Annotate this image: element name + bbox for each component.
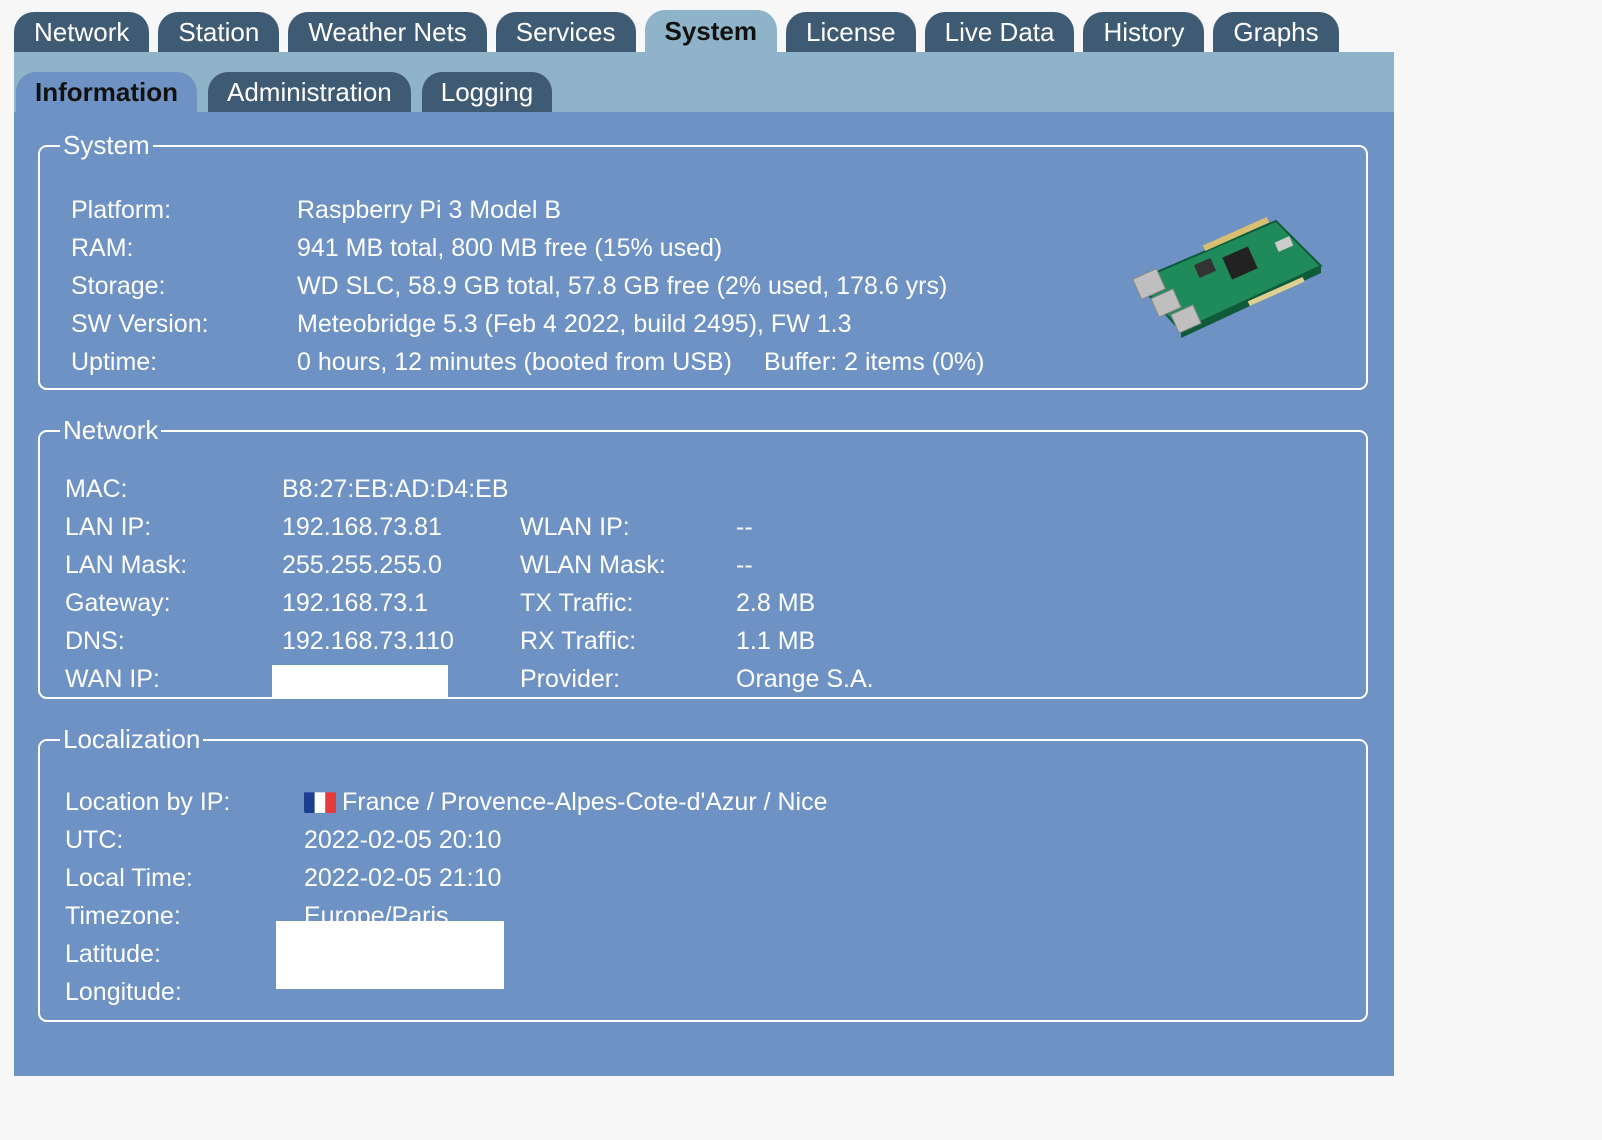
tab-live-data[interactable]: Live Data <box>924 12 1075 52</box>
ram-label: RAM: <box>71 234 134 262</box>
mac-label: MAC: <box>65 475 128 503</box>
sw-version-label: SW Version: <box>71 310 209 338</box>
lan-mask-value: 255.255.255.0 <box>282 551 442 579</box>
rx-traffic-label: RX Traffic: <box>520 627 637 655</box>
tab-weather-nets[interactable]: Weather Nets <box>288 12 487 52</box>
tab-system[interactable]: System <box>644 10 777 52</box>
wlan-ip-label: WLAN IP: <box>520 513 630 541</box>
system-section: System Platform: Raspberry Pi 3 Model B … <box>38 130 1368 390</box>
content-panel: Information Administration Logging Syste… <box>14 52 1394 1076</box>
mac-value: B8:27:EB:AD:D4:EB <box>282 475 509 503</box>
tab-graphs[interactable]: Graphs <box>1213 12 1339 52</box>
wlan-mask-value: -- <box>736 551 753 579</box>
gateway-value: 192.168.73.1 <box>282 589 428 617</box>
lan-mask-label: LAN Mask: <box>65 551 188 579</box>
buffer-value: Buffer: 2 items (0%) <box>764 348 985 376</box>
tab-license[interactable]: License <box>786 12 916 52</box>
uptime-label: Uptime: <box>71 348 158 376</box>
lan-ip-label: LAN IP: <box>65 513 152 541</box>
lan-ip-value: 192.168.73.81 <box>282 513 442 541</box>
platform-value: Raspberry Pi 3 Model B <box>297 196 562 224</box>
location-value: France / Provence-Alpes-Cote-d'Azur / Ni… <box>304 787 828 817</box>
longitude-label: Longitude: <box>65 978 182 1006</box>
storage-label: Storage: <box>71 272 166 300</box>
local-time-value: 2022-02-05 21:10 <box>304 864 502 892</box>
tx-traffic-label: TX Traffic: <box>520 589 634 617</box>
subtab-information[interactable]: Information <box>16 72 197 112</box>
coordinates-redacted <box>276 921 504 989</box>
tab-services[interactable]: Services <box>495 12 636 52</box>
subtab-logging[interactable]: Logging <box>421 72 553 112</box>
tab-station[interactable]: Station <box>158 12 280 52</box>
tx-traffic-value: 2.8 MB <box>736 589 816 617</box>
dns-value: 192.168.73.110 <box>282 627 454 655</box>
timezone-label: Timezone: <box>65 902 181 930</box>
subtab-administration[interactable]: Administration <box>208 72 411 112</box>
wan-ip-label: WAN IP: <box>65 665 160 693</box>
main-tab-bar: Network Station Weather Nets Services Sy… <box>14 10 1348 52</box>
ram-value: 941 MB total, 800 MB free (15% used) <box>297 234 723 262</box>
dns-label: DNS: <box>65 627 125 655</box>
platform-label: Platform: <box>71 196 172 224</box>
wan-ip-redacted <box>272 665 448 697</box>
local-time-label: Local Time: <box>65 864 193 892</box>
system-legend: System <box>63 130 150 160</box>
raspberry-pi-board-icon <box>1131 217 1323 338</box>
france-flag-icon <box>304 791 336 813</box>
uptime-value: 0 hours, 12 minutes (booted from USB) <box>297 348 732 376</box>
tab-history[interactable]: History <box>1083 12 1205 52</box>
provider-value: Orange S.A. <box>736 665 874 693</box>
network-section: Network MAC: B8:27:EB:AD:D4:EB LAN IP: 1… <box>38 415 1368 699</box>
rx-traffic-value: 1.1 MB <box>736 627 816 655</box>
utc-label: UTC: <box>65 826 124 854</box>
storage-value: WD SLC, 58.9 GB total, 57.8 GB free (2% … <box>297 272 948 300</box>
latitude-label: Latitude: <box>65 940 161 968</box>
sw-version-value: Meteobridge 5.3 (Feb 4 2022, build 2495)… <box>297 310 852 338</box>
localization-section: Localization Location by IP: France / Pr… <box>38 724 1368 1022</box>
wlan-mask-label: WLAN Mask: <box>520 551 666 579</box>
sub-tab-bar: Information Administration Logging <box>14 52 1394 112</box>
provider-label: Provider: <box>520 665 621 693</box>
gateway-label: Gateway: <box>65 589 171 617</box>
network-legend: Network <box>63 415 159 445</box>
localization-legend: Localization <box>63 724 201 754</box>
tab-network[interactable]: Network <box>14 12 150 52</box>
wlan-ip-value: -- <box>736 513 753 541</box>
location-text: France / Provence-Alpes-Cote-d'Azur / Ni… <box>342 788 828 816</box>
utc-value: 2022-02-05 20:10 <box>304 826 502 854</box>
location-label: Location by IP: <box>65 788 231 816</box>
